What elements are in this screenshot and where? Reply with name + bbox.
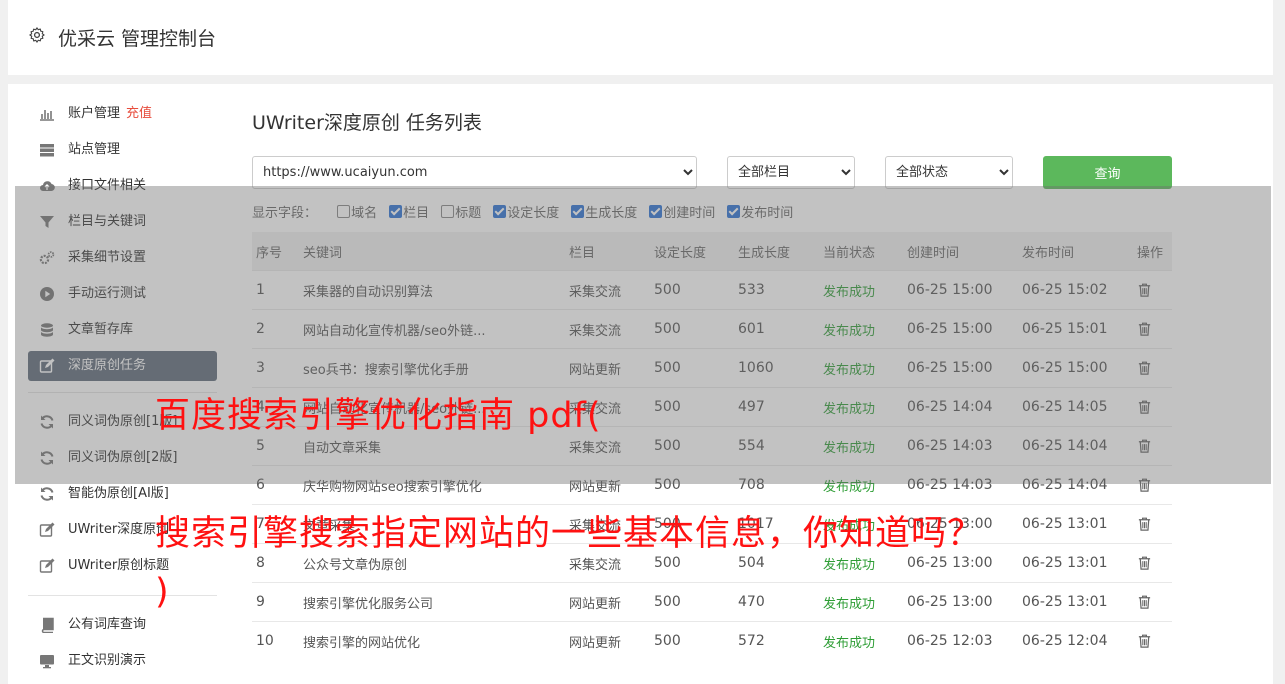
cell-status: 发布成功: [819, 621, 903, 660]
cell-kw: 搜索引擎的网站优化: [299, 621, 565, 660]
trash-icon[interactable]: [1137, 555, 1152, 571]
site-select[interactable]: https://www.ucaiyun.com: [252, 156, 697, 189]
page-title: UWriter深度原创 任务列表: [252, 112, 482, 134]
table-row: 9 搜索引擎优化服务公司 网站更新 500 470 发布成功 06-25 13:00 06-2…: [252, 582, 1172, 622]
monitor-icon: [40, 655, 54, 669]
app-title: 优采云 管理控制台: [58, 28, 217, 50]
gear-icon: [29, 27, 45, 43]
cell-cat: 网站更新: [565, 582, 650, 622]
sidebar-item-label: UWriter原创标题: [68, 558, 170, 573]
sidebar-item-label: UWriter深度原创: [68, 522, 170, 537]
cell-actions: [1133, 621, 1172, 660]
sidebar-item-account[interactable]: 账户管理 充值: [28, 96, 217, 132]
bar-chart-icon: [40, 110, 54, 121]
watermark-line-3: ): [155, 572, 170, 612]
sidebar-item-label: 正文识别演示: [68, 653, 147, 668]
top-header: 优采云 管理控制台: [8, 0, 1273, 75]
watermark-line-2: 搜索引擎搜索指定网站的一些基本信息，你知道吗？: [155, 514, 984, 554]
cell-ptime: 06-25 12:04: [1018, 621, 1133, 660]
query-button[interactable]: 查询: [1043, 156, 1172, 189]
recharge-link[interactable]: 充值: [126, 106, 152, 121]
trash-icon[interactable]: [1137, 516, 1152, 532]
image-overlay-band: [15, 186, 1271, 484]
cell-cat: 网站更新: [565, 621, 650, 660]
edit-icon: [39, 558, 55, 573]
trash-icon[interactable]: [1137, 594, 1152, 610]
sidebar-item-label: 公有词库查询: [68, 617, 147, 632]
cell-actions: [1133, 543, 1172, 583]
cell-len: 500: [650, 621, 734, 660]
cell-ctime: 06-25 13:00: [903, 582, 1018, 622]
cell-len: 500: [650, 582, 734, 622]
sidebar-item-label: 站点管理: [68, 142, 121, 157]
cell-ptime: 06-25 13:01: [1018, 582, 1133, 622]
cell-status: 发布成功: [819, 582, 903, 622]
server-icon: [40, 144, 54, 157]
cell-idx: 10: [252, 621, 299, 660]
cell-ctime: 06-25 12:03: [903, 621, 1018, 660]
cell-actions: [1133, 582, 1172, 622]
cell-actions: [1133, 504, 1172, 544]
table-row: 10 搜索引擎的网站优化 网站更新 500 572 发布成功 06-25 12:03 06-2…: [252, 621, 1172, 660]
sidebar-item-label: 智能伪原创[AI版]: [68, 486, 169, 501]
cell-ptime: 06-25 13:01: [1018, 543, 1133, 583]
sidebar-item-sites[interactable]: 站点管理: [28, 132, 217, 168]
sidebar-divider: [28, 595, 217, 596]
status-select[interactable]: 全部状态: [885, 156, 1013, 189]
column-select[interactable]: 全部栏目: [727, 156, 855, 189]
edit-icon: [39, 522, 55, 537]
cell-ptime: 06-25 13:01: [1018, 504, 1133, 544]
cell-idx: 9: [252, 582, 299, 622]
cell-glen: 572: [734, 621, 819, 660]
cell-kw: 搜索引擎优化服务公司: [299, 582, 565, 622]
sidebar-item-public-lexicon[interactable]: 公有词库查询: [28, 607, 217, 643]
sidebar-item-text-recognition[interactable]: 正文识别演示: [28, 643, 217, 679]
trash-icon[interactable]: [1137, 633, 1152, 649]
book-icon: [41, 617, 54, 633]
cell-glen: 470: [734, 582, 819, 622]
sidebar-item-label: 账户管理: [68, 106, 121, 121]
watermark-line-1: 百度搜索引擎优化指南 pdf(: [155, 396, 602, 436]
refresh-icon: [40, 487, 54, 501]
